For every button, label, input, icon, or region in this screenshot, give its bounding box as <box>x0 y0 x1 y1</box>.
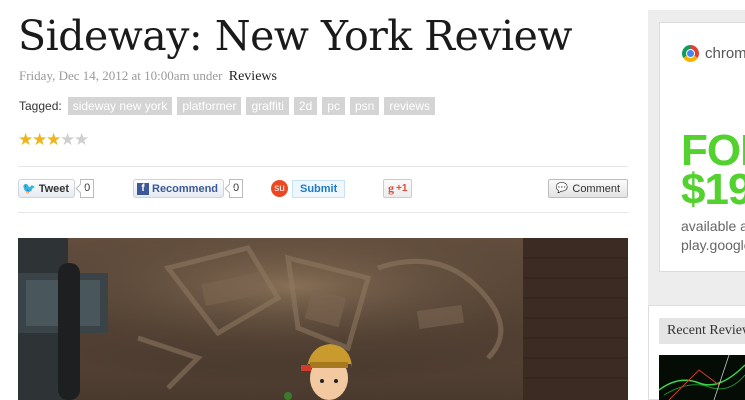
chrome-logo-icon <box>682 45 699 62</box>
advertisement[interactable]: chrome FOR $199 available at play.google… <box>659 22 745 272</box>
tag-link[interactable]: sideway new york <box>67 97 173 115</box>
recommend-button[interactable]: f Recommend <box>133 179 225 198</box>
tweet-button[interactable]: 🐦 Tweet <box>18 179 76 198</box>
star-empty-icon: ★ <box>60 130 76 150</box>
ad-brand: chrome <box>682 45 745 62</box>
comment-button[interactable]: 💬 Comment <box>548 179 628 198</box>
ad-availability: available at <box>681 218 745 234</box>
stumbleupon-widget: su Submit <box>271 178 346 199</box>
star-filled-icon: ★ <box>18 130 34 150</box>
facebook-widget: f Recommend 0 <box>133 178 244 199</box>
gplus-label: +1 <box>396 183 408 194</box>
tweet-label: Tweet <box>38 182 70 195</box>
tags-label: Tagged: <box>19 99 62 113</box>
tags-row: Tagged: sideway new york platformer graf… <box>19 97 440 115</box>
tag-link[interactable]: pc <box>322 97 345 115</box>
recent-reviews-heading: Recent Reviews <box>659 318 745 344</box>
gplus-widget: g +1 <box>383 178 413 199</box>
tag-link[interactable]: reviews <box>384 97 436 115</box>
ad-brand-text: chrome <box>705 45 745 62</box>
tag-link[interactable]: platformer <box>177 97 242 115</box>
facebook-icon: f <box>137 182 149 195</box>
category-link[interactable]: Reviews <box>229 69 277 84</box>
hero-image <box>18 238 628 400</box>
tweet-count: 0 <box>80 179 95 198</box>
stumbleupon-icon[interactable]: su <box>271 180 288 197</box>
article-meta: Friday, Dec 14, 2012 at 10:00am under Re… <box>19 68 277 85</box>
thumbnail-illustration <box>659 355 745 400</box>
google-g-icon: g <box>388 181 394 195</box>
tweet-widget: 🐦 Tweet 0 <box>18 178 95 199</box>
recent-review-thumbnail[interactable] <box>659 355 745 400</box>
star-filled-icon: ★ <box>32 130 48 150</box>
game-screenshot-illustration <box>18 238 628 400</box>
divider <box>18 212 628 213</box>
article-title: Sideway: New York Review <box>18 12 572 60</box>
stumble-submit-button[interactable]: Submit <box>292 179 346 198</box>
tag-link[interactable]: psn <box>349 97 380 115</box>
recommend-label: Recommend <box>152 182 219 195</box>
speech-bubble-icon: 💬 <box>555 183 569 194</box>
star-rating: ★ ★ ★ ★ ★ <box>18 130 90 150</box>
star-filled-icon: ★ <box>46 130 62 150</box>
star-empty-icon: ★ <box>74 130 90 150</box>
tag-link[interactable]: 2d <box>293 97 318 115</box>
tag-link[interactable]: graffiti <box>246 97 289 115</box>
gplus-button[interactable]: g +1 <box>383 179 413 198</box>
ad-price: $199 <box>681 165 745 214</box>
post-date: Friday, Dec 14, 2012 at 10:00am under <box>19 68 223 83</box>
ad-url: play.google.com <box>681 237 745 253</box>
comment-label: Comment <box>572 182 621 195</box>
recommend-count: 0 <box>229 179 244 198</box>
divider <box>18 166 628 167</box>
twitter-bird-icon: 🐦 <box>22 182 36 195</box>
